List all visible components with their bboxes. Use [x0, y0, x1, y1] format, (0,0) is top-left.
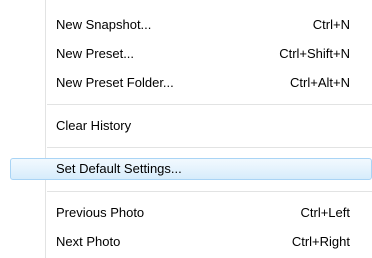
menu-separator-highlight	[47, 192, 372, 193]
menu-separator-highlight	[47, 105, 372, 106]
menu-item-label: Previous Photo	[56, 205, 145, 220]
menu-item-label: New Snapshot...	[56, 17, 152, 32]
context-menu: New Snapshot... Ctrl+N New Preset... Ctr…	[0, 0, 372, 258]
menu-item-set-default-settings[interactable]: Set Default Settings...	[10, 158, 372, 180]
menu-item-next-photo[interactable]: Next Photo Ctrl+Right	[0, 231, 372, 253]
menu-item-label: New Preset...	[56, 46, 135, 61]
menu-item-shortcut: Ctrl+Shift+N	[279, 46, 350, 61]
menu-item-shortcut: Ctrl+Alt+N	[290, 75, 350, 90]
menu-item-previous-photo[interactable]: Previous Photo Ctrl+Left	[0, 202, 372, 224]
menu-item-shortcut: Ctrl+N	[312, 17, 350, 32]
menu-item-new-preset[interactable]: New Preset... Ctrl+Shift+N	[0, 43, 372, 65]
menu-item-clear-history[interactable]: Clear History	[0, 115, 372, 137]
menu-item-new-snapshot[interactable]: New Snapshot... Ctrl+N	[0, 14, 372, 36]
menu-item-label: New Preset Folder...	[56, 75, 174, 90]
menu-item-shortcut: Ctrl+Right	[291, 234, 350, 249]
menu-item-label: Set Default Settings...	[56, 161, 182, 176]
menu-item-shortcut: Ctrl+Left	[300, 205, 351, 220]
menu-item-label: Clear History	[56, 118, 132, 133]
menu-separator-highlight	[47, 148, 372, 149]
menu-item-label: Next Photo	[56, 234, 121, 249]
menu-item-new-preset-folder[interactable]: New Preset Folder... Ctrl+Alt+N	[0, 72, 372, 94]
